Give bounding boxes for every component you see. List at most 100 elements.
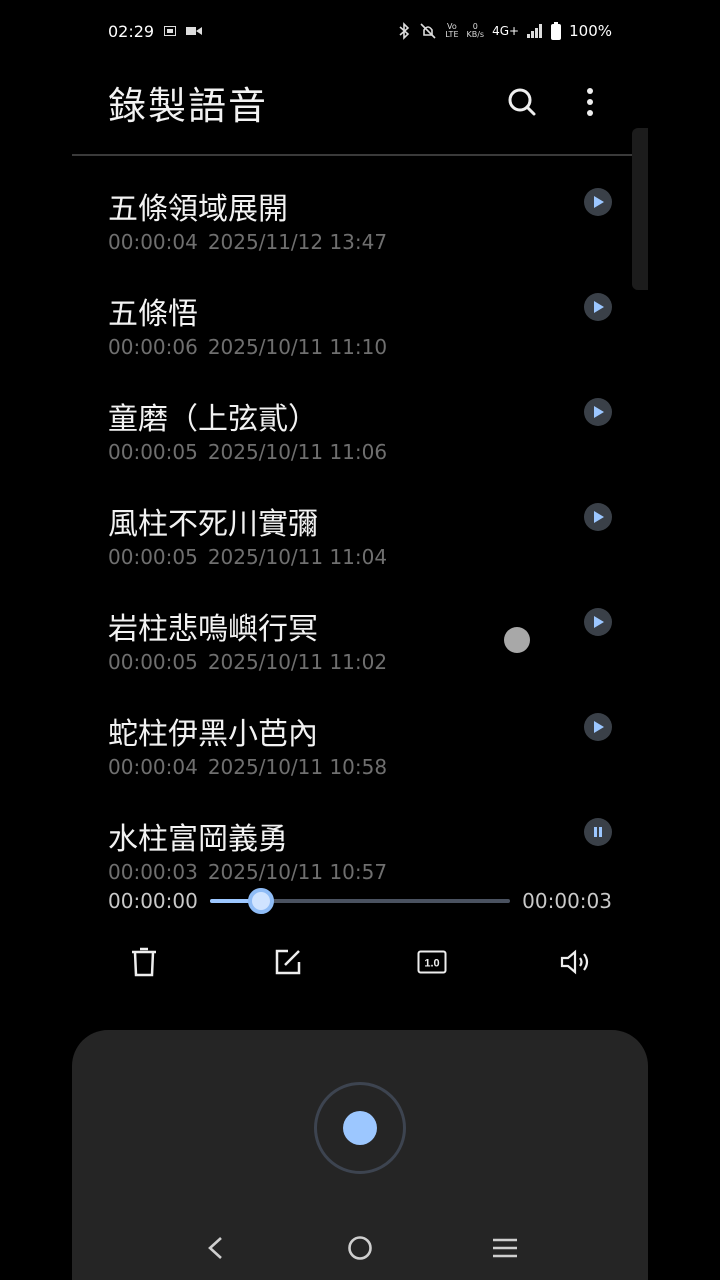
delete-button[interactable] — [126, 940, 162, 984]
player-tools: 1.0 — [108, 940, 612, 984]
mute-icon — [419, 22, 437, 40]
record-icon — [343, 1111, 377, 1145]
recording-date: 2025/10/11 10:58 — [207, 755, 388, 779]
signal-icon — [527, 24, 543, 38]
search-button[interactable] — [500, 80, 544, 124]
touch-indicator — [504, 627, 530, 653]
recording-duration: 00:00:04 — [108, 755, 198, 779]
list-item[interactable]: 五條悟 00:00:06 2025/10/11 11:10 — [108, 275, 612, 380]
playback-bar: 00:00:00 00:00:03 — [108, 886, 612, 916]
recording-date: 2025/11/12 13:47 — [207, 230, 388, 254]
play-button[interactable] — [584, 503, 612, 531]
recording-title: 岩柱悲鳴嶼行冥 — [108, 612, 318, 647]
volte-indicator: Vo LTE — [445, 23, 458, 39]
recording-duration: 00:00:03 — [108, 860, 198, 884]
status-left: 02:29 — [108, 21, 203, 41]
speed-button[interactable]: 1.0 — [414, 940, 450, 984]
volte-bottom: LTE — [445, 30, 459, 39]
speaker-icon — [560, 949, 589, 975]
list-item[interactable]: 風柱不死川實彌 00:00:05 2025/10/11 11:04 — [108, 485, 612, 590]
seek-thumb[interactable] — [247, 888, 274, 914]
back-icon — [207, 1237, 222, 1259]
recording-date: 2025/10/11 10:57 — [207, 860, 388, 884]
recents-icon — [493, 1238, 518, 1258]
play-icon — [594, 196, 604, 208]
recents-button[interactable] — [480, 1223, 530, 1273]
pause-icon — [594, 827, 602, 837]
more-options-button[interactable] — [568, 80, 612, 124]
play-button[interactable] — [584, 608, 612, 636]
data-speed-indicator: 0 KB/s — [467, 23, 485, 39]
play-button[interactable] — [584, 293, 612, 321]
list-item[interactable]: 蛇柱伊黑小芭內 00:00:04 2025/10/11 10:58 — [108, 695, 612, 800]
header-divider — [72, 154, 648, 156]
status-time: 02:29 — [108, 21, 155, 41]
record-button[interactable] — [314, 1082, 406, 1174]
trash-icon — [132, 947, 156, 977]
search-icon — [508, 88, 536, 116]
status-right: Vo LTE 0 KB/s 4G+ 100% — [397, 22, 612, 40]
home-button[interactable] — [335, 1223, 385, 1273]
recording-title: 童磨（上弦貳） — [108, 402, 318, 437]
recording-meta: 00:00:04 2025/10/11 10:58 — [108, 755, 397, 779]
recording-title: 蛇柱伊黑小芭內 — [108, 717, 318, 752]
network-type: 4G+ — [492, 24, 520, 38]
recording-meta: 00:00:05 2025/10/11 11:06 — [108, 440, 397, 464]
play-button[interactable] — [584, 713, 612, 741]
recording-meta: 00:00:05 2025/10/11 11:02 — [108, 650, 397, 674]
recording-title: 水柱富岡義勇 — [108, 822, 288, 857]
play-button[interactable] — [584, 398, 612, 426]
battery-percent: 100% — [569, 22, 612, 40]
elapsed-time: 00:00:00 — [108, 889, 198, 913]
recordings-list: 五條領域展開 00:00:04 2025/11/12 13:47 五條悟 00:0… — [108, 170, 612, 905]
recording-duration: 00:00:05 — [108, 650, 198, 674]
play-icon — [594, 721, 604, 733]
play-icon — [594, 616, 604, 628]
recording-date: 2025/10/11 11:02 — [207, 650, 388, 674]
play-icon — [594, 301, 604, 313]
app-header: 錄製語音 — [108, 70, 612, 134]
recording-title: 風柱不死川實彌 — [108, 507, 318, 542]
speed-label: 1.0 — [424, 958, 439, 970]
recording-duration: 00:00:06 — [108, 335, 198, 359]
recording-title: 五條悟 — [108, 297, 198, 332]
edit-icon — [275, 949, 301, 975]
speed-icon: 1.0 — [417, 950, 447, 974]
play-icon — [594, 406, 604, 418]
battery-icon — [551, 22, 562, 40]
navigation-bar — [72, 1216, 648, 1280]
video-record-icon — [186, 26, 203, 36]
volume-button[interactable] — [558, 940, 594, 984]
rename-button[interactable] — [270, 940, 306, 984]
recording-meta: 00:00:03 2025/10/11 10:57 — [108, 860, 397, 884]
play-icon — [594, 511, 604, 523]
status-bar: 02:29 Vo LTE 0 KB/s 4G+ 100% — [108, 18, 612, 44]
list-item[interactable]: 岩柱悲鳴嶼行冥 00:00:05 2025/10/11 11:02 — [108, 590, 612, 695]
recording-title: 五條領域展開 — [108, 192, 288, 227]
bluetooth-icon — [397, 22, 411, 40]
data-speed-unit: KB/s — [466, 30, 485, 39]
home-icon — [348, 1236, 372, 1260]
page-title: 錄製語音 — [108, 83, 269, 128]
recording-date: 2025/10/11 11:06 — [207, 440, 388, 464]
more-vert-icon — [587, 88, 593, 116]
recording-duration: 00:00:04 — [108, 230, 198, 254]
seek-bar[interactable] — [209, 888, 511, 914]
recording-meta: 00:00:04 2025/11/12 13:47 — [108, 230, 397, 254]
phone-screen: 02:29 Vo LTE 0 KB/s 4G+ 100% 錄製語音 五條領域展開… — [72, 0, 648, 1280]
list-item[interactable]: 童磨（上弦貳） 00:00:05 2025/10/11 11:06 — [108, 380, 612, 485]
recording-meta: 00:00:06 2025/10/11 11:10 — [108, 335, 397, 359]
recording-duration: 00:00:05 — [108, 545, 198, 569]
recording-date: 2025/10/11 11:10 — [207, 335, 388, 359]
back-button[interactable] — [190, 1223, 240, 1273]
recording-date: 2025/10/11 11:04 — [207, 545, 388, 569]
total-time: 00:00:03 — [522, 889, 612, 913]
scrollbar[interactable] — [632, 128, 648, 290]
recording-duration: 00:00:05 — [108, 440, 198, 464]
notification-icon — [164, 26, 177, 36]
play-button[interactable] — [584, 188, 612, 216]
list-item[interactable]: 五條領域展開 00:00:04 2025/11/12 13:47 — [108, 170, 612, 275]
recording-meta: 00:00:05 2025/10/11 11:04 — [108, 545, 397, 569]
record-panel — [72, 1030, 648, 1280]
pause-button[interactable] — [584, 818, 612, 846]
